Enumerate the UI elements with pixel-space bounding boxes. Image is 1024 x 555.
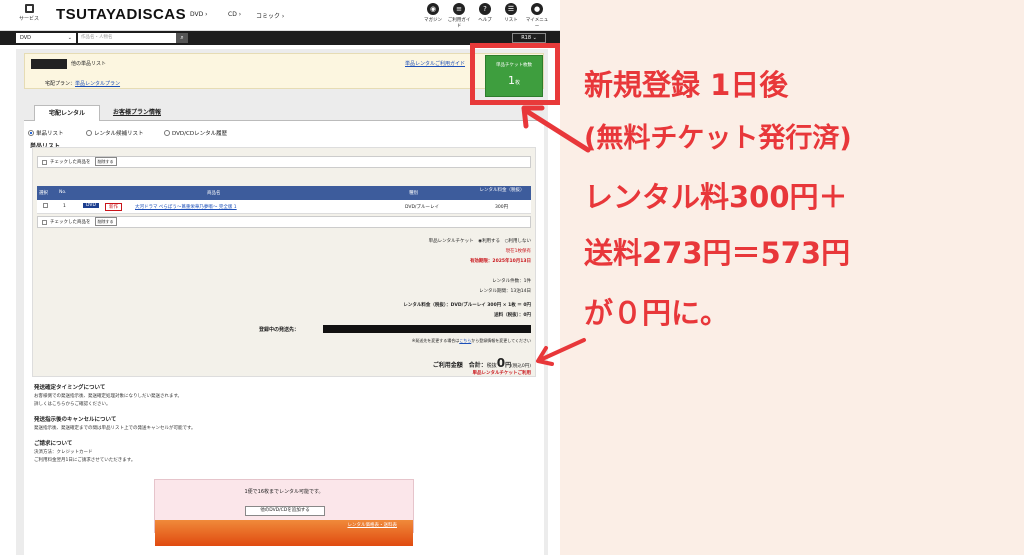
row-checkbox[interactable]	[43, 203, 48, 208]
ticket-use-row: 単品レンタルチケット ◉利用する ○利用しない	[428, 239, 531, 244]
annotation-line-5: が０円に。	[584, 296, 730, 330]
header-magazine[interactable]: ◉ マガジン	[420, 3, 446, 23]
nav-comic[interactable]: コミック ›	[256, 11, 284, 20]
main-content: 他の単品リスト 宅配プラン：単品レンタルプラン 単品レンタルご利用ガイド 宅配レ…	[16, 49, 548, 555]
magazine-icon: ◉	[427, 3, 439, 15]
redacted-block	[31, 59, 67, 69]
rental-fee: レンタル料金（税抜）：DVD/ブルーレイ 300円 × 1枚 ＝ 0円	[403, 303, 531, 308]
tab-delivery-rental[interactable]: 宅配レンタル	[34, 105, 100, 121]
price-table-link[interactable]: レンタル価格表・送料表	[348, 522, 398, 528]
guide-link[interactable]: 単品レンタルご利用ガイド	[405, 60, 465, 67]
header-guide[interactable]: ≡ ご利用ガイド	[446, 3, 472, 29]
rental-table: 選択 No. 商品名 種別 レンタル料金（税抜） 1 DVD 新作 大河ドラマ …	[37, 186, 531, 214]
check-row-top: チェックした商品を 削除する	[37, 156, 531, 168]
category-select[interactable]: DVD ⌄	[16, 33, 76, 43]
radio-not-use-ticket[interactable]: ○利用しない	[505, 239, 531, 244]
search-input[interactable]: 作品名・人物名	[78, 33, 176, 43]
address-change-link[interactable]: こちら	[459, 338, 471, 343]
header-list[interactable]: ☰ リスト	[498, 3, 524, 23]
select-all-checkbox-bottom[interactable]	[42, 220, 47, 225]
ticket-held: 現在1枚保有	[505, 249, 531, 254]
annotation-line-2: (無料チケット発行済)	[584, 123, 852, 154]
help-icon: ?	[479, 3, 491, 15]
r18-toggle[interactable]: R18 ⌄	[512, 33, 546, 43]
site-header: サービス TSUTAYADISCAS DVD › CD › コミック › ◉ マガ…	[0, 0, 560, 31]
title-link[interactable]: 大河ドラマ べらぼう～蔦重栄華乃夢噺～ 完全版 1	[135, 204, 237, 210]
nav-dvd[interactable]: DVD ›	[190, 11, 208, 18]
rental-period: レンタル期間：13泊14日	[479, 289, 531, 294]
grid-icon	[24, 4, 34, 13]
header-mymenu[interactable]: ● マイメニュー	[524, 3, 550, 29]
annotation-line-1: 新規登録 1日後	[584, 68, 789, 102]
list-icon: ☰	[505, 3, 517, 15]
select-all-checkbox[interactable]	[42, 160, 47, 165]
tab-plan-info[interactable]: お客様プラン情報	[104, 105, 170, 121]
plan-link[interactable]: 単品レンタルプラン	[75, 81, 120, 87]
shipping-fee: 送料（税抜）：0円	[494, 313, 531, 318]
note-title-cancel: 発送指示後のキャンセルについて	[34, 417, 117, 423]
annotation-line-3: レンタル料300円＋	[584, 180, 848, 214]
check-row-bottom: チェックした商品を 削除する	[37, 216, 531, 228]
note-title-billing: ご請求について	[34, 441, 73, 447]
single-list-box: チェックした商品を 削除する 選択 No. 商品名 種別 レンタル料金（税抜） 1…	[32, 147, 536, 377]
radio-use-ticket[interactable]: ◉利用する	[478, 239, 500, 244]
total-amount: ご利用金額 合計：税抜0円(税込0円)	[432, 356, 531, 370]
site-logo[interactable]: TSUTAYADISCAS	[56, 6, 186, 23]
mymenu-icon: ●	[531, 3, 543, 15]
header-help[interactable]: ? ヘルプ	[472, 3, 498, 23]
add-items-box: 1便で16枚までレンタル可能です。 他のDVD/CDを追加する レンタル価格表・…	[154, 479, 414, 546]
radio-candidate-list[interactable]: レンタル候補リスト	[86, 129, 144, 137]
delete-button-bottom[interactable]: 削除する	[94, 217, 117, 226]
annotation-line-4: 送料273円＝573円	[584, 236, 851, 270]
list-name: 他の単品リスト	[71, 61, 107, 67]
redacted-address	[323, 325, 531, 333]
rental-panel: 単品リスト レンタル候補リスト DVD/CDレンタル履歴 単品リスト チェックし…	[24, 121, 544, 555]
ticket-note: 単品レンタルチケットご利用	[472, 371, 532, 376]
delete-button-top[interactable]: 削除する	[94, 157, 117, 166]
tab-bar: 宅配レンタル お客様プラン情報	[24, 105, 544, 121]
nav-cd[interactable]: CD ›	[228, 11, 241, 18]
rental-count: レンタル件数：1件	[492, 279, 531, 284]
radio-single-list[interactable]: 単品リスト	[28, 129, 64, 137]
add-items-button[interactable]: 他のDVD/CDを追加する	[245, 506, 325, 516]
orange-banner: レンタル価格表・送料表	[155, 520, 413, 546]
table-row: 1 DVD 新作 大河ドラマ べらぼう～蔦重栄華乃夢噺～ 完全版 1 DVD/ブ…	[37, 200, 531, 214]
table-header: 選択 No. 商品名 種別 レンタル料金（税抜）	[37, 186, 531, 200]
plan-info-box: 他の単品リスト 宅配プラン：単品レンタルプラン 単品レンタルご利用ガイド	[24, 53, 544, 89]
search-icon[interactable]: ⌕	[176, 33, 188, 43]
note-title-ship: 発送確定タイミングについて	[34, 385, 106, 391]
ticket-count-box: 単品チケット枚数 1枚	[485, 55, 543, 97]
chevron-down-icon: ⌄	[67, 35, 72, 41]
ticket-highlight: 単品チケット枚数 1枚	[470, 43, 560, 105]
radio-history[interactable]: DVD/CDレンタル履歴	[164, 129, 227, 137]
address-label: 登録中の発送先：	[259, 327, 300, 333]
service-menu-button[interactable]: サービス	[18, 4, 40, 22]
guide-icon: ≡	[453, 3, 465, 15]
ticket-expiry: 有効期限：2025年10月13日	[469, 259, 531, 264]
